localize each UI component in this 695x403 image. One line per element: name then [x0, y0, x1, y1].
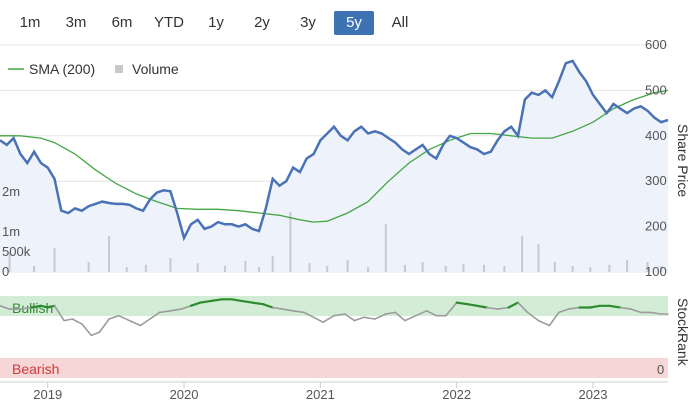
- price-tick-label: 200: [645, 219, 667, 234]
- x-tick-label: 2023: [579, 387, 608, 402]
- stockrank-segment: [90, 331, 101, 337]
- volume-bar: [169, 258, 172, 272]
- stockrank-segment: [312, 316, 324, 324]
- volume-bar: [346, 260, 349, 272]
- stockrank-segment: [537, 319, 551, 327]
- legend-volume-swatch: [115, 65, 123, 73]
- stockrank-axis-tick: 0: [657, 362, 664, 377]
- volume-bar: [125, 267, 128, 272]
- volume-bar: [144, 264, 147, 272]
- volume-tick-label: 1m: [2, 224, 20, 239]
- volume-bar: [223, 265, 226, 272]
- price-tick-label: 400: [645, 128, 667, 143]
- stockrank-axis-title: StockRank: [675, 298, 691, 367]
- volume-bar: [53, 248, 56, 272]
- volume-tick-label: 2m: [2, 184, 20, 199]
- bullish-zone: [0, 296, 668, 316]
- volume-bar: [462, 264, 465, 272]
- legend-sma-label: SMA (200): [29, 61, 95, 77]
- volume-bar: [444, 266, 447, 272]
- volume-bar: [108, 236, 111, 272]
- volume-bar: [367, 267, 370, 272]
- stockrank-segment: [139, 318, 151, 327]
- x-tick-label: 2019: [33, 387, 62, 402]
- price-area-fill: [0, 60, 668, 273]
- volume-bar: [571, 266, 574, 272]
- stockrank-segment: [353, 316, 365, 322]
- volume-bar: [326, 266, 329, 272]
- stockrank-segment: [108, 314, 120, 320]
- x-axis-ticks: 2019 2020 2021 2022 2023: [33, 382, 607, 402]
- volume-bar: [589, 267, 592, 272]
- volume-bar: [521, 236, 524, 272]
- stockrank-segment: [363, 316, 376, 320]
- x-tick-label: 2022: [442, 387, 471, 402]
- stockrank-segment: [322, 314, 335, 324]
- volume-bar: [421, 262, 424, 272]
- stockrank-segment: [63, 318, 74, 322]
- price-tick-label: 500: [645, 82, 667, 97]
- stockrank-segment: [71, 318, 83, 325]
- legend-volume-label: Volume: [132, 61, 179, 77]
- stockrank-segment: [117, 314, 131, 322]
- share-price-axis-title: Share Price: [675, 124, 691, 197]
- volume-bar: [482, 264, 485, 272]
- stockrank-segment: [98, 318, 110, 333]
- bearish-zone: [0, 358, 668, 378]
- volume-bar: [403, 264, 406, 272]
- bearish-zone-label: Bearish: [12, 361, 59, 377]
- volume-bar: [384, 224, 387, 272]
- stockrank-segment: [81, 323, 93, 337]
- stockrank-segment: [404, 314, 417, 322]
- price-tick-label: 600: [645, 37, 667, 52]
- price-tick-label: 300: [645, 173, 667, 188]
- volume-tick-label: 0: [2, 264, 9, 279]
- volume-bar: [271, 256, 274, 272]
- volume-bar: [258, 267, 261, 272]
- x-tick-label: 2021: [306, 387, 335, 402]
- volume-bar: [537, 244, 540, 272]
- volume-bar: [87, 262, 90, 272]
- volume-bar: [196, 263, 199, 272]
- volume-bar: [244, 260, 247, 272]
- price-chart: SMA (200) Volume 600 500 400 300 200 100 2m 1m…: [0, 37, 691, 402]
- x-tick-label: 2020: [170, 387, 199, 402]
- volume-bar: [608, 264, 611, 272]
- stockrank-segment: [128, 319, 142, 327]
- price-tick-label: 100: [645, 264, 667, 279]
- volume-bar: [308, 263, 311, 272]
- volume-bar: [503, 266, 506, 272]
- volume-bar: [33, 266, 36, 272]
- volume-bar: [626, 260, 629, 272]
- volume-bar: [553, 262, 556, 272]
- volume-bar: [289, 212, 292, 272]
- volume-tick-label: 500k: [2, 244, 31, 259]
